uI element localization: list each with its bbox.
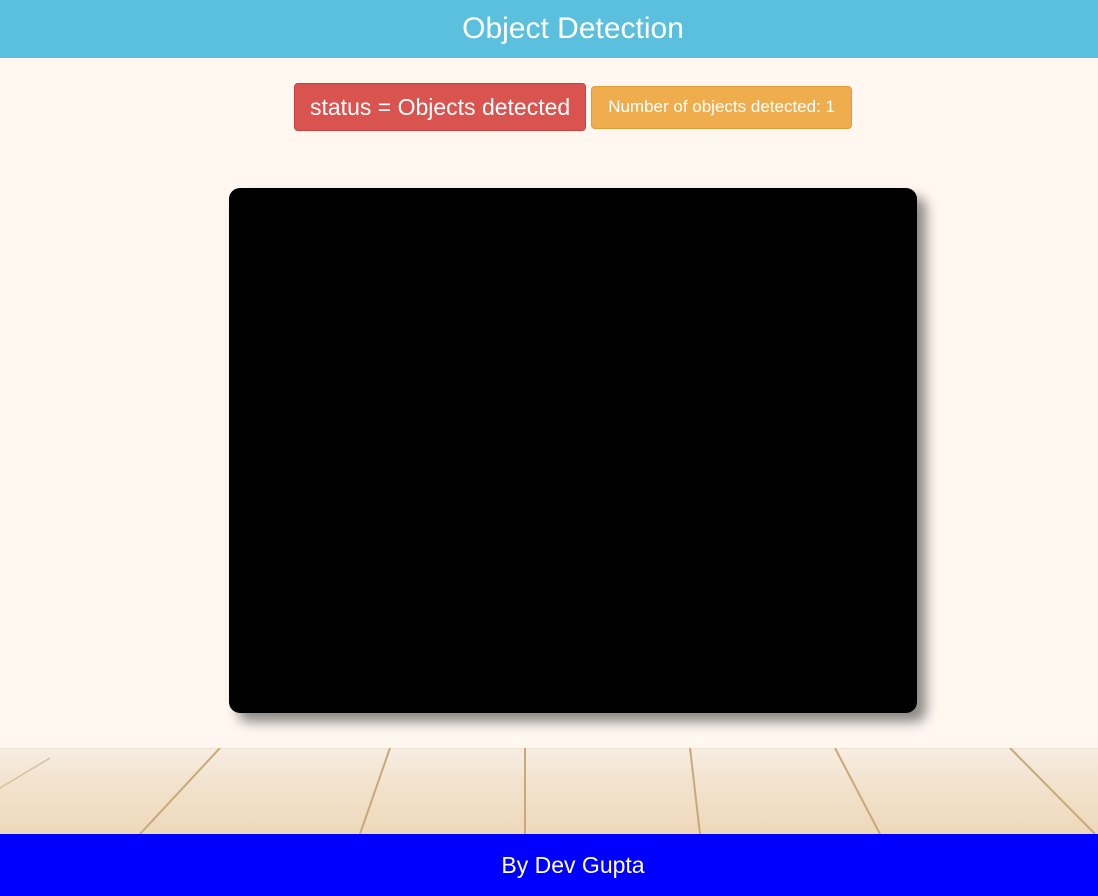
footer-bar: By Dev Gupta: [0, 834, 1098, 896]
page-title: Object Detection: [462, 12, 684, 45]
status-badge: status = Objects detected: [294, 83, 587, 131]
video-canvas: [229, 188, 917, 713]
header-bar: Object Detection: [0, 0, 1098, 58]
wood-floor-background: [0, 748, 1098, 834]
author-credit: By Dev Gupta: [501, 851, 645, 878]
status-area: status = Objects detected Number of obje…: [294, 83, 852, 131]
floor-planks-image: [0, 748, 1098, 834]
object-count-badge: Number of objects detected: 1: [591, 85, 852, 129]
